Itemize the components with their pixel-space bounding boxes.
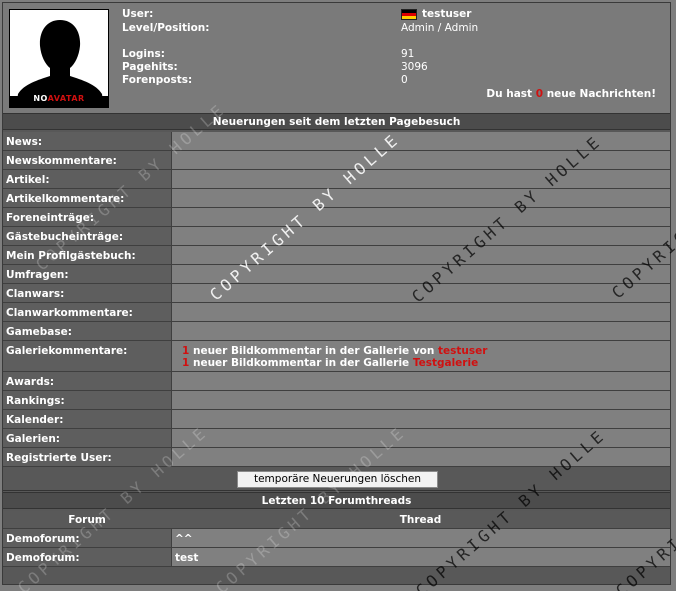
- messages-count: 0: [535, 88, 544, 100]
- news-row-value: [171, 448, 670, 467]
- news-row-value: [171, 303, 670, 322]
- forenposts-value: 0: [401, 74, 408, 86]
- forum-section-title: Letzten 10 Forumthreads: [3, 492, 670, 509]
- news-row: News:: [3, 132, 670, 151]
- news-row-label: Clanwars:: [3, 284, 171, 303]
- news-row: Clanwars:: [3, 284, 670, 303]
- news-row: Registrierte User:: [3, 448, 670, 467]
- news-row: Kalender:: [3, 410, 670, 429]
- news-row-value: [171, 132, 670, 151]
- news-row: Newskommentare:: [3, 151, 670, 170]
- news-row: Galeriekommentare: 1 neuer Bildkommentar …: [3, 341, 670, 372]
- logins-label: Logins:: [122, 48, 165, 60]
- news-section-title: Neuerungen seit dem letzten Pagebesuch: [3, 113, 670, 130]
- news-row-value: [171, 372, 670, 391]
- gallery-comment-text: neuer Bildkommentar in der Gallerie von: [192, 345, 435, 357]
- pagehits-label: Pagehits:: [122, 61, 178, 73]
- news-row-value: [171, 410, 670, 429]
- forum-thread-row-1[interactable]: Demoforum: ^^: [3, 529, 670, 548]
- messages-prefix: Du hast: [486, 88, 533, 100]
- news-row-label: Gästebucheinträge:: [3, 227, 171, 246]
- news-row-value: [171, 322, 670, 341]
- news-row-label: Newskommentare:: [3, 151, 171, 170]
- gallery-comment-text: neuer Bildkommentar in der Gallerie: [192, 357, 410, 369]
- forum-thread-row-2[interactable]: Demoforum: test: [3, 548, 670, 567]
- level-value: Admin / Admin: [401, 22, 479, 34]
- messages-suffix: neue Nachrichten!: [546, 88, 656, 100]
- flag-germany-icon: [401, 9, 417, 20]
- news-row: Awards:: [3, 372, 670, 391]
- news-row-value: 1 neuer Bildkommentar in der Gallerie vo…: [171, 341, 670, 372]
- news-row-label: News:: [3, 132, 171, 151]
- avatar-label-rest: AVATAR: [47, 94, 85, 103]
- flag-stripe-3: [402, 16, 416, 19]
- forenposts-label: Forenposts:: [122, 74, 193, 86]
- clear-button-row: temporäre Neuerungen löschen: [3, 467, 670, 491]
- news-row-label: Galerien:: [3, 429, 171, 448]
- news-row-label: Foreneinträge:: [3, 208, 171, 227]
- thread-forum-name[interactable]: Demoforum:: [3, 529, 171, 548]
- gallery-comment-count: 1: [182, 357, 190, 369]
- news-row: Artikel:: [3, 170, 670, 189]
- profile-panel: NOAVATAR User: testuser Level/Position: …: [3, 3, 670, 113]
- news-row-label: Awards:: [3, 372, 171, 391]
- avatar-label-no: NO: [33, 94, 48, 103]
- news-row: Rankings:: [3, 391, 670, 410]
- news-row: Gästebucheinträge:: [3, 227, 670, 246]
- news-row-value: [171, 227, 670, 246]
- thread-title[interactable]: test: [171, 548, 670, 567]
- news-row-value: [171, 429, 670, 448]
- news-row-value: [171, 391, 670, 410]
- news-row-value: [171, 265, 670, 284]
- new-messages-notice[interactable]: Du hast 0 neue Nachrichten!: [486, 88, 656, 100]
- news-row: Mein Profilgästebuch:: [3, 246, 670, 265]
- news-row-value: [171, 189, 670, 208]
- news-row: Foreneinträge:: [3, 208, 670, 227]
- news-row-value: [171, 208, 670, 227]
- news-row: Clanwarkommentare:: [3, 303, 670, 322]
- clear-updates-button[interactable]: temporäre Neuerungen löschen: [237, 471, 438, 488]
- forum-table-header: Forum Thread: [3, 511, 670, 529]
- gallery-comment-entry: 1 neuer Bildkommentar in der Gallerie vo…: [182, 345, 670, 357]
- pagehits-value: 3096: [401, 61, 428, 73]
- user-label: User:: [122, 8, 154, 20]
- page-frame: NOAVATAR User: testuser Level/Position: …: [2, 2, 671, 585]
- level-label: Level/Position:: [122, 22, 210, 34]
- avatar: NOAVATAR: [9, 9, 109, 108]
- news-row-label: Artikel:: [3, 170, 171, 189]
- news-row-value: [171, 284, 670, 303]
- news-row-label: Kalender:: [3, 410, 171, 429]
- news-row-label: Artikelkommentare:: [3, 189, 171, 208]
- logins-value: 91: [401, 48, 415, 60]
- gallery-comment-link[interactable]: testuser: [438, 345, 487, 357]
- avatar-label: NOAVATAR: [10, 94, 108, 103]
- gallery-comment-entry: 1 neuer Bildkommentar in der Gallerie Te…: [182, 357, 670, 369]
- gallery-comment-link[interactable]: Testgalerie: [413, 357, 478, 369]
- news-row-label: Umfragen:: [3, 265, 171, 284]
- news-row: Artikelkommentare:: [3, 189, 670, 208]
- col-thread-header: Thread: [399, 514, 442, 526]
- news-row: Gamebase:: [3, 322, 670, 341]
- news-row-label: Galeriekommentare:: [3, 341, 171, 372]
- news-row-label: Clanwarkommentare:: [3, 303, 171, 322]
- news-row-label: Registrierte User:: [3, 448, 171, 467]
- news-row-value: [171, 246, 670, 265]
- news-row-label: Mein Profilgästebuch:: [3, 246, 171, 265]
- news-row-value: [171, 170, 670, 189]
- news-row-label: Rankings:: [3, 391, 171, 410]
- col-forum-header: Forum: [68, 514, 106, 526]
- thread-forum-name[interactable]: Demoforum:: [3, 548, 171, 567]
- thread-title[interactable]: ^^: [171, 529, 670, 548]
- news-row: Galerien:: [3, 429, 670, 448]
- user-value[interactable]: testuser: [422, 8, 471, 20]
- news-row-value: [171, 151, 670, 170]
- gallery-comment-count: 1: [182, 345, 190, 357]
- news-row-label: Gamebase:: [3, 322, 171, 341]
- news-row: Umfragen:: [3, 265, 670, 284]
